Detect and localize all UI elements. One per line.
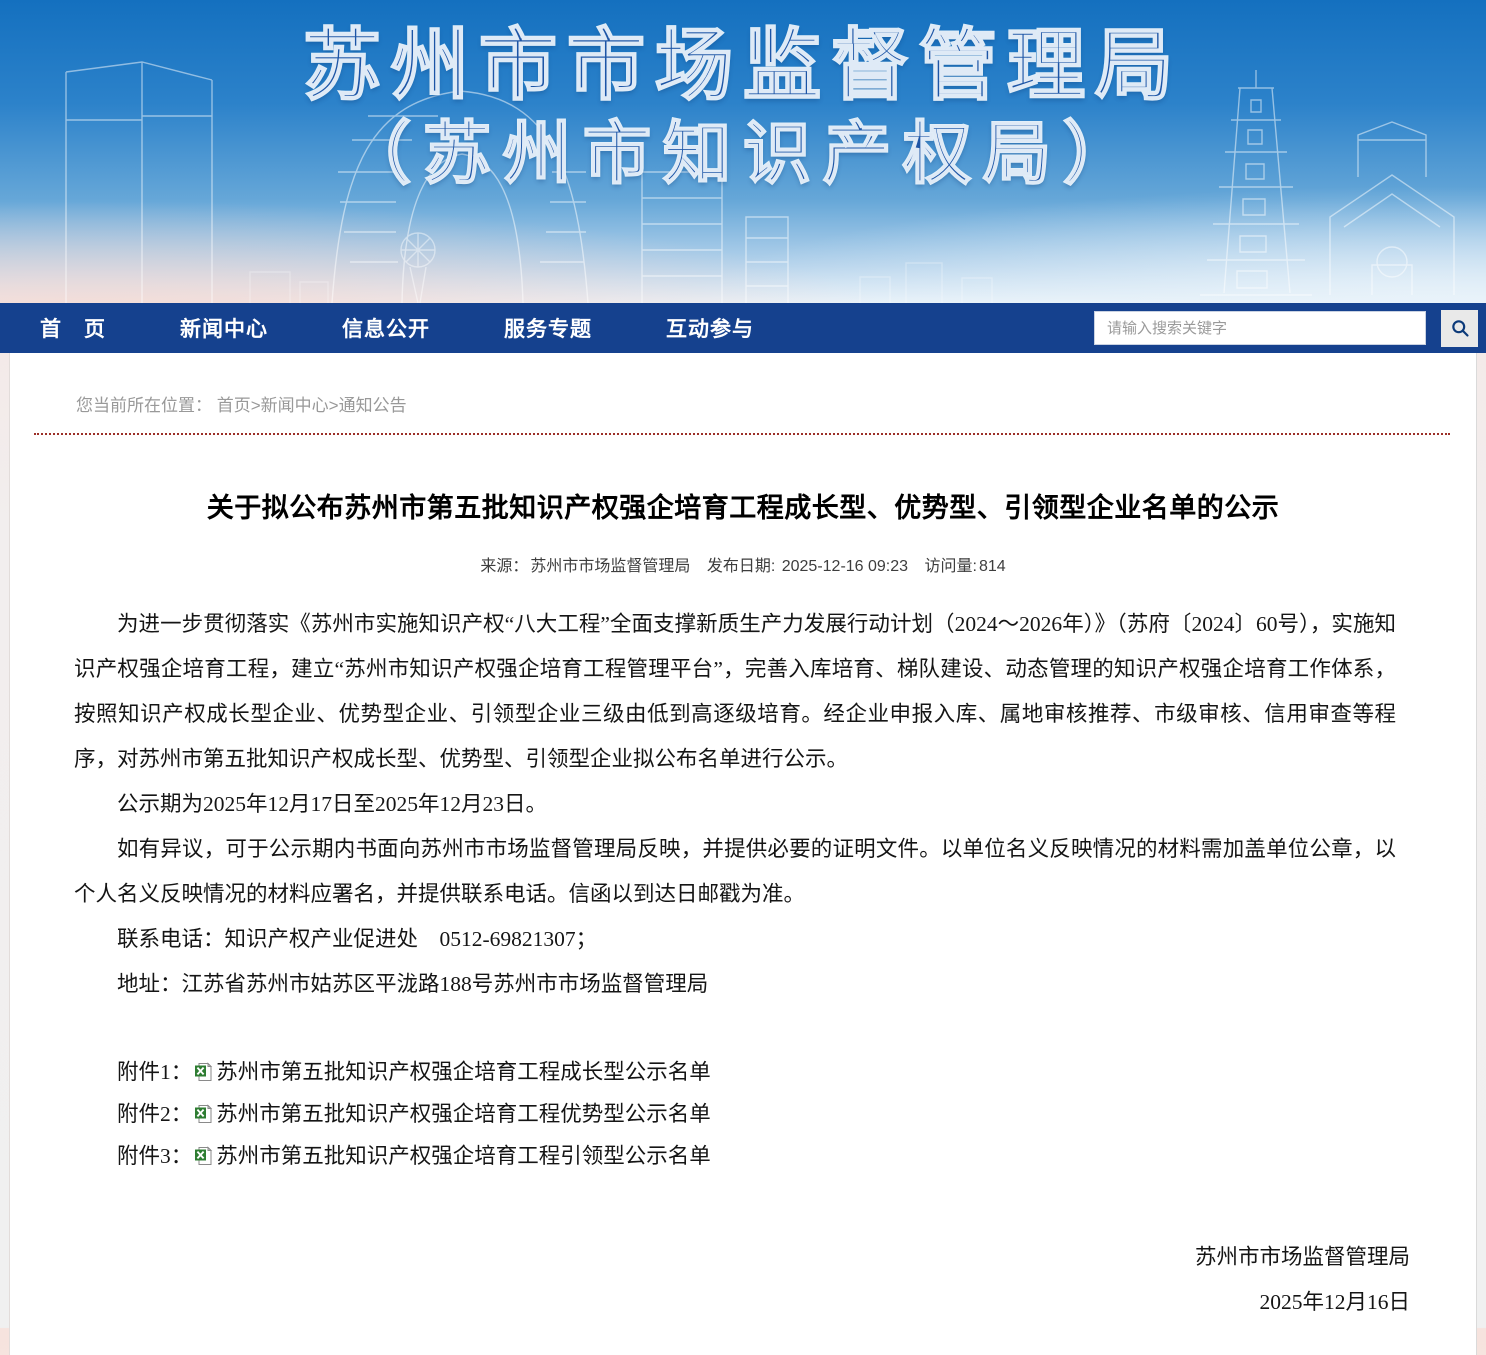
search-button[interactable] (1441, 310, 1478, 347)
breadcrumb-separator: > (251, 396, 261, 415)
nav-item-interaction[interactable]: 互动参与 (666, 313, 754, 343)
article-paragraph: 公示期为2025年12月17日至2025年12月23日。 (74, 782, 1396, 827)
attachment-link-leading[interactable]: 苏州市第五批知识产权强企培育工程引领型公示名单 (216, 1144, 711, 1168)
attachment-row: 附件2： 苏州市第五批知识产权强企培育工程优势型公示名单 (74, 1093, 1396, 1135)
nav-item-home[interactable]: 首 页 (40, 313, 106, 343)
meta-date-label: 发布日期: (707, 558, 775, 575)
meta-source-label: 来源： (480, 558, 528, 575)
page-title: 关于拟公布苏州市第五批知识产权强企培育工程成长型、优势型、引领型企业名单的公示 (90, 486, 1396, 525)
attachment-label: 附件2： (117, 1102, 192, 1126)
site-banner: 苏州市市场监督管理局 （苏州市知识产权局） (0, 0, 1486, 303)
signature-org: 苏州市市场监督管理局 (10, 1235, 1410, 1280)
search-icon (1450, 318, 1470, 338)
attachment-row: 附件1： 苏州市第五批知识产权强企培育工程成长型公示名单 (74, 1051, 1396, 1093)
site-title-line1: 苏州市市场监督管理局 (0, 26, 1486, 104)
breadcrumb-divider (34, 433, 1450, 435)
breadcrumb-news[interactable]: 新闻中心 (261, 396, 329, 415)
article-paragraph-phone: 联系电话：知识产权产业促进处 0512-69821307； (74, 917, 1396, 962)
breadcrumb-label: 您当前所在位置： (76, 396, 212, 415)
attachment-row: 附件3： 苏州市第五批知识产权强企培育工程引领型公示名单 (74, 1135, 1396, 1177)
nav-item-news[interactable]: 新闻中心 (180, 313, 268, 343)
meta-date-value: 2025-12-16 09:23 (782, 558, 908, 575)
attachment-link-growth[interactable]: 苏州市第五批知识产权强企培育工程成长型公示名单 (216, 1060, 711, 1084)
attachment-label: 附件1： (117, 1060, 192, 1084)
article-paragraph-address: 地址：江苏省苏州市姑苏区平泷路188号苏州市市场监督管理局 (74, 962, 1396, 1007)
meta-views-label: 访问量: (925, 558, 977, 575)
excel-file-icon (194, 1062, 213, 1082)
signature-date: 2025年12月16日 (10, 1280, 1410, 1325)
breadcrumb-separator: > (329, 396, 339, 415)
excel-file-icon (194, 1104, 213, 1124)
article-body: 为进一步贯彻落实《苏州市实施知识产权“八大工程”全面支撑新质生产力发展行动计划（… (74, 602, 1396, 1007)
attachment-link-advantage[interactable]: 苏州市第五批知识产权强企培育工程优势型公示名单 (216, 1102, 711, 1126)
search-area (1094, 310, 1478, 347)
breadcrumb-home[interactable]: 首页 (217, 396, 251, 415)
meta-views-value: 814 (979, 558, 1006, 575)
search-input[interactable] (1094, 311, 1426, 345)
breadcrumb: 您当前所在位置： 首页>新闻中心>通知公告 (10, 353, 1476, 416)
main-navbar: 首 页 新闻中心 信息公开 服务专题 互动参与 (0, 303, 1486, 353)
nav-item-services[interactable]: 服务专题 (504, 313, 592, 343)
article-meta: 来源：苏州市市场监督管理局 发布日期: 2025-12-16 09:23 访问量… (10, 552, 1476, 576)
excel-file-icon (194, 1146, 213, 1166)
attachment-label: 附件3： (117, 1144, 192, 1168)
breadcrumb-notices[interactable]: 通知公告 (339, 396, 407, 415)
attachment-list: 附件1： 苏州市第五批知识产权强企培育工程成长型公示名单 附件2： 苏州市第五批知识… (74, 1051, 1396, 1177)
article-paragraph: 如有异议，可于公示期内书面向苏州市市场监督管理局反映，并提供必要的证明文件。以单… (74, 827, 1396, 917)
site-title-line2: （苏州市知识产权局） (0, 120, 1486, 188)
article-paragraph: 为进一步贯彻落实《苏州市实施知识产权“八大工程”全面支撑新质生产力发展行动计划（… (74, 602, 1396, 782)
article-signature: 苏州市市场监督管理局 2025年12月16日 (10, 1235, 1476, 1325)
meta-source-value: 苏州市市场监督管理局 (530, 558, 690, 575)
site-title: 苏州市市场监督管理局 （苏州市知识产权局） (0, 26, 1486, 188)
content-panel: 您当前所在位置： 首页>新闻中心>通知公告 关于拟公布苏州市第五批知识产权强企培… (9, 353, 1477, 1355)
nav-item-info[interactable]: 信息公开 (342, 313, 430, 343)
